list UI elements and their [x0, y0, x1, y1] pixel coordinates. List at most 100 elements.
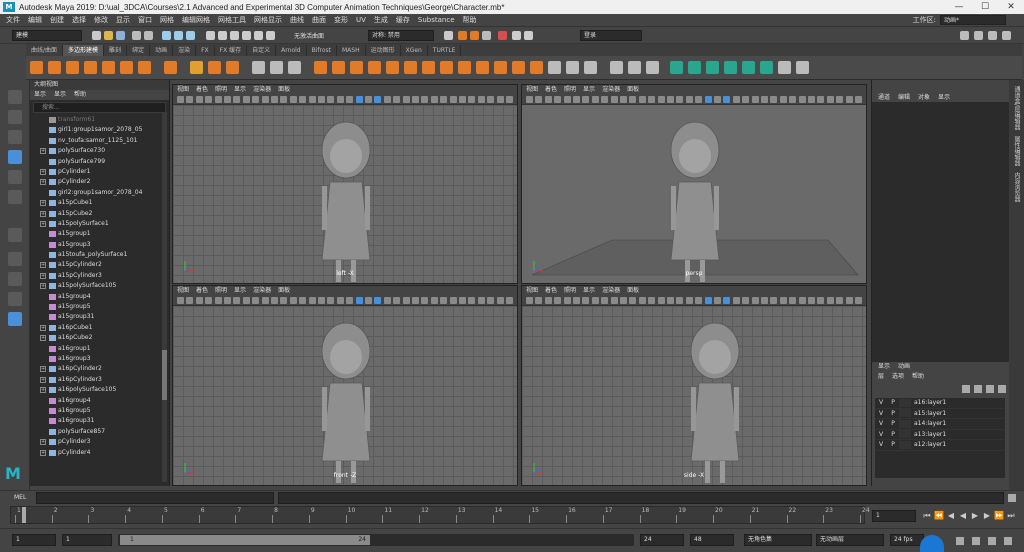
outliner-item[interactable]: a15toufa_polySurface1 — [30, 250, 169, 260]
layer-visibility-toggle[interactable]: V — [875, 410, 887, 417]
viewport-left[interactable]: 视图 着色 照明 显示 渲染器 面板 left -X — [172, 84, 518, 284]
layer-up-icon[interactable] — [962, 385, 970, 393]
uv-checker-icon[interactable] — [778, 61, 791, 74]
outliner-item[interactable]: polySurface857 — [30, 427, 169, 437]
play-backward-icon[interactable]: ◀ — [958, 511, 968, 520]
outliner-item[interactable]: + a16polySurface105 — [30, 385, 169, 395]
rotate-tool-icon[interactable] — [8, 170, 22, 184]
expand-icon[interactable]: + — [40, 220, 46, 227]
menu-deform[interactable]: 变形 — [334, 15, 348, 25]
mode-dropdown[interactable]: 建模 — [12, 30, 82, 41]
poly-cube-icon[interactable] — [48, 61, 61, 74]
multi-cut-icon[interactable] — [566, 61, 579, 74]
playback-start-field[interactable]: 1 — [62, 534, 112, 546]
shelf-tab-rendering[interactable]: 渲染 — [173, 45, 197, 56]
outliner-item[interactable]: a16group3 — [30, 354, 169, 364]
viewport-side[interactable]: 视图 着色 照明 显示 渲染器 面板 side -X — [521, 285, 867, 486]
outliner-item[interactable]: a16group5 — [30, 406, 169, 416]
redo-icon[interactable] — [144, 31, 153, 40]
quad-draw-icon[interactable] — [646, 61, 659, 74]
tool-settings-toggle-icon[interactable] — [988, 31, 997, 40]
outliner-layout-icon[interactable] — [8, 312, 22, 326]
channel-menu-channels[interactable]: 通道 — [878, 92, 890, 102]
audio-icon[interactable] — [972, 537, 980, 545]
current-frame-field[interactable]: 1 — [872, 510, 916, 522]
layer-color-swatch[interactable] — [899, 430, 911, 439]
render-settings-icon[interactable] — [482, 31, 491, 40]
character-set-dropdown[interactable]: 无角色集 — [744, 534, 812, 546]
go-to-end-icon[interactable]: ⏭ — [1006, 511, 1016, 521]
menu-create[interactable]: 创建 — [50, 15, 64, 25]
outliner-menu-help[interactable]: 帮助 — [74, 90, 86, 100]
move-tool-icon[interactable] — [8, 150, 22, 164]
four-view-layout-icon[interactable] — [8, 272, 22, 286]
bevel-icon[interactable] — [386, 61, 399, 74]
tab-channel-box-layer-editor[interactable]: 通道盒/层编辑器 — [1012, 86, 1021, 130]
menu-uv[interactable]: UV — [356, 16, 366, 24]
expand-icon[interactable]: + — [40, 376, 46, 383]
layer-tab-display[interactable]: 显示 — [878, 362, 890, 372]
outliner-item[interactable]: + a16pCube1 — [30, 323, 169, 333]
poly-type-icon[interactable] — [208, 61, 221, 74]
viewport-front[interactable]: 视图 着色 照明 显示 渲染器 面板 front -Z — [172, 285, 518, 486]
workspace-dropdown[interactable]: 动画* — [940, 15, 1006, 25]
shelf-tab-custom[interactable]: 自定义 — [247, 45, 277, 56]
outliner-scroll-thumb[interactable] — [162, 350, 167, 400]
outliner-item[interactable]: + a16pCylinder3 — [30, 375, 169, 385]
select-hierarchy-icon[interactable] — [162, 31, 171, 40]
paint-select-tool-icon[interactable] — [8, 130, 22, 144]
layer-visibility-toggle[interactable]: V — [875, 420, 887, 427]
layer-visibility-toggle[interactable]: V — [875, 399, 887, 406]
outliner-item[interactable]: a16group31 — [30, 416, 169, 426]
single-view-layout-icon[interactable] — [8, 252, 22, 266]
open-scene-icon[interactable] — [104, 31, 113, 40]
step-back-key-icon[interactable]: ⏪ — [934, 511, 944, 520]
menu-mesh-tools[interactable]: 网格工具 — [218, 15, 246, 25]
current-time-indicator[interactable] — [22, 507, 26, 523]
outliner-item[interactable]: nv_toufa:samor_1125_101 — [30, 136, 169, 146]
expand-icon[interactable]: + — [40, 262, 46, 269]
extrude-icon[interactable] — [350, 61, 363, 74]
triangulate-icon[interactable] — [458, 61, 471, 74]
outliner-item[interactable]: a15group31 — [30, 312, 169, 322]
channel-menu-show[interactable]: 显示 — [938, 92, 950, 102]
mel-input[interactable] — [36, 492, 274, 504]
super-shape-icon[interactable] — [190, 61, 203, 74]
expand-icon[interactable]: + — [40, 148, 46, 155]
poly-cylinder-icon[interactable] — [66, 61, 79, 74]
bridge-icon[interactable] — [368, 61, 381, 74]
range-bar-handle[interactable]: 1 24 — [120, 535, 370, 545]
shelf-tab-fx[interactable]: FX — [196, 45, 215, 56]
undo-icon[interactable] — [132, 31, 141, 40]
layer-playback-toggle[interactable]: P — [887, 431, 899, 438]
step-forward-frame-icon[interactable]: ▶ — [982, 511, 992, 520]
layer-playback-toggle[interactable]: P — [887, 441, 899, 448]
channel-menu-object[interactable]: 对象 — [918, 92, 930, 102]
shelf-tab-curves[interactable]: 曲线/曲面 — [26, 45, 64, 56]
outliner-item[interactable]: a15group1 — [30, 229, 169, 239]
fill-hole-icon[interactable] — [404, 61, 417, 74]
modeling-toolkit-toggle-icon[interactable] — [960, 31, 969, 40]
expand-icon[interactable]: + — [40, 449, 46, 456]
menu-curves[interactable]: 曲线 — [290, 15, 304, 25]
menu-surfaces[interactable]: 曲面 — [312, 15, 326, 25]
layer-color-swatch[interactable] — [899, 419, 911, 428]
layer-playback-toggle[interactable]: P — [887, 410, 899, 417]
poly-platonic-icon[interactable] — [164, 61, 177, 74]
symmetry-dropdown[interactable]: 对称: 禁用 — [368, 30, 434, 41]
layer-visibility-toggle[interactable]: V — [875, 441, 887, 448]
cylindrical-uv-icon[interactable] — [688, 61, 701, 74]
shelf-tab-motion-graphics[interactable]: 运动图形 — [366, 45, 401, 56]
expand-icon[interactable]: + — [40, 335, 46, 342]
history-icon[interactable] — [444, 31, 453, 40]
outliner-item[interactable]: a15group4 — [30, 292, 169, 302]
render-icon[interactable] — [458, 31, 467, 40]
expand-icon[interactable]: + — [40, 200, 46, 207]
expand-icon[interactable]: + — [40, 283, 46, 290]
uv-editor-icon[interactable] — [760, 61, 773, 74]
expand-icon[interactable]: + — [40, 387, 46, 394]
outliner-item[interactable]: a16group4 — [30, 396, 169, 406]
play-forward-icon[interactable]: ▶ — [970, 511, 980, 520]
layer-color-swatch[interactable] — [899, 409, 911, 418]
scale-tool-icon[interactable] — [8, 190, 22, 204]
